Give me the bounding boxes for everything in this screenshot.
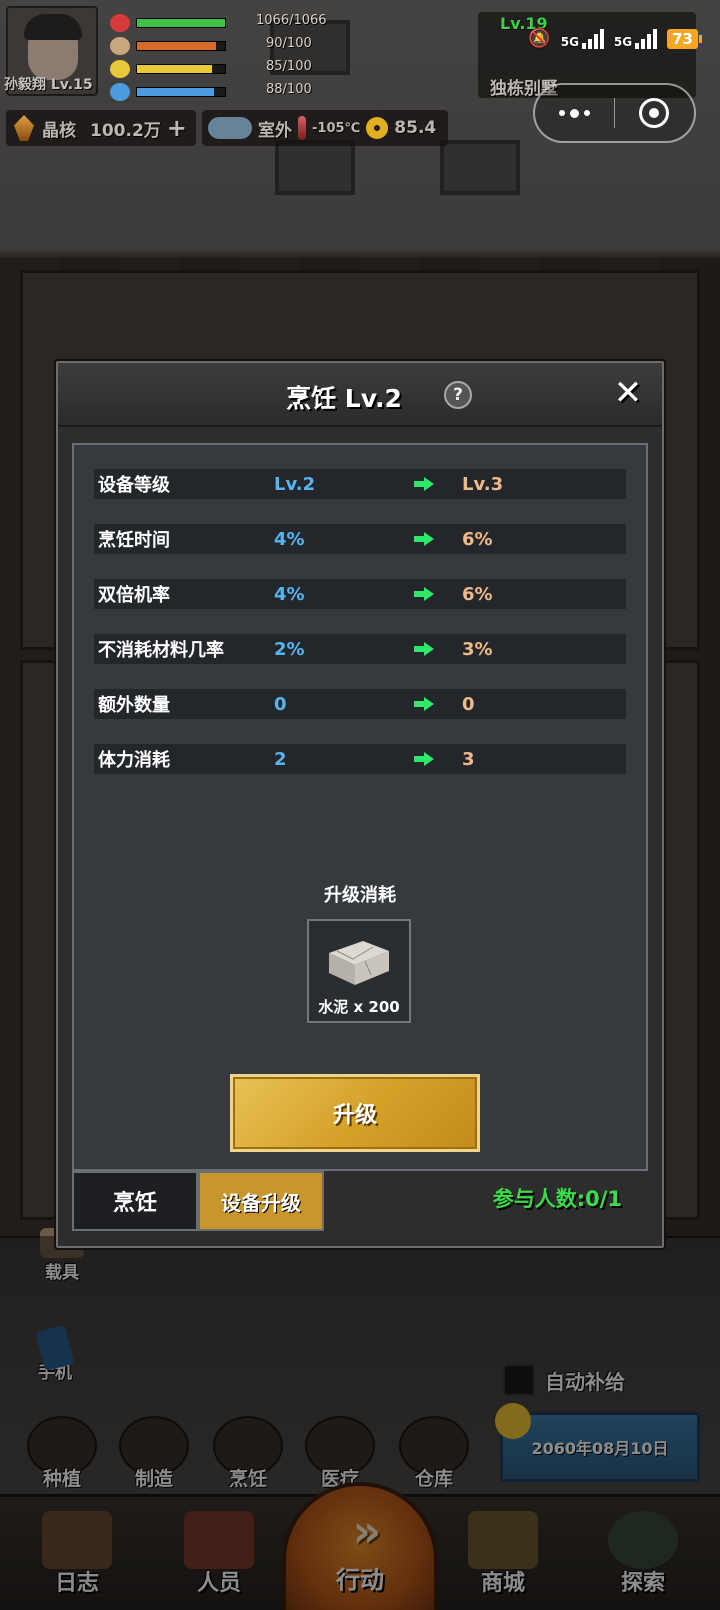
signal-2: 5G (613, 28, 658, 49)
hunger-value: 90/100 (266, 36, 312, 51)
water-bar (136, 87, 226, 97)
attr-current: 2 (274, 748, 287, 770)
attr-row-extra-amount: 额外数量 0 0 (94, 689, 626, 719)
water-icon (110, 83, 130, 101)
arrow-right-icon (414, 697, 462, 711)
close-button[interactable]: ✕ (608, 373, 648, 413)
hunger-bar (136, 41, 226, 51)
avatar-hair (24, 14, 82, 40)
tab-cooking[interactable]: 烹饪 (72, 1171, 198, 1231)
attr-current: 4% (274, 528, 305, 550)
environment-bar: 室外 -105℃ 85.4 (202, 110, 448, 146)
attr-row-cook-time: 烹饪时间 4% 6% (94, 524, 626, 554)
lower-backdrop (0, 1236, 720, 1610)
network-type-label: 5G (560, 34, 579, 49)
dialog-title: 烹饪 Lv.2 (286, 384, 402, 413)
upgrade-button[interactable]: 升级 (230, 1074, 480, 1152)
attr-next: 3 (462, 748, 475, 770)
arrow-right-icon (414, 532, 462, 546)
location-label: 室外 (258, 120, 292, 141)
attr-label: 双倍机率 (98, 585, 170, 606)
signal-icon (635, 28, 658, 49)
cooking-upgrade-dialog: 烹饪 Lv.2 ? ✕ 设备等级 Lv.2 Lv.3 烹饪时间 4% 6% 双倍… (56, 361, 664, 1248)
hunger-stat: 90/100 (110, 36, 312, 56)
add-crystal-button[interactable]: + (167, 114, 187, 142)
lightning-icon (110, 60, 130, 78)
upgrade-cost-title: 升级消耗 (324, 885, 396, 906)
attr-row-device-level: 设备等级 Lv.2 Lv.3 (94, 469, 626, 499)
crystal-label: 晶核 (42, 120, 76, 141)
heart-icon (110, 14, 130, 32)
target-icon (639, 98, 670, 128)
arrow-right-icon (414, 642, 462, 656)
arrow-right-icon (414, 477, 462, 491)
player-name: 孙毅翔 Lv.15 (4, 77, 93, 93)
crystal-value: 100.2万 (90, 120, 161, 141)
hp-stat: 1066/1066 (110, 13, 327, 33)
attr-row-double-chance: 双倍机率 4% 6% (94, 579, 626, 609)
game-screen: 孙毅翔 Lv.15 1066/1066 90/100 85/100 88/100… (0, 0, 720, 1610)
attr-next: Lv.3 (462, 473, 504, 495)
attr-next: 6% (462, 583, 493, 605)
attr-current: 2% (274, 638, 305, 660)
cement-block-icon (329, 941, 389, 985)
network-type-label: 5G (613, 34, 633, 49)
upgrade-button-label: 升级 (332, 1103, 377, 1128)
attr-row-no-consume-chance: 不消耗材料几率 2% 3% (94, 634, 626, 664)
attr-current: 0 (274, 693, 287, 715)
water-value: 88/100 (266, 82, 312, 97)
signal-icon (581, 28, 604, 49)
attr-label: 额外数量 (98, 695, 170, 716)
temperature-value: -105℃ (312, 120, 361, 136)
attr-label: 不消耗材料几率 (98, 640, 224, 661)
mini-program-capsule (533, 83, 696, 143)
mute-icon: 🔕 (528, 28, 551, 49)
hp-fill (137, 19, 225, 27)
attr-label: 体力消耗 (98, 750, 170, 771)
energy-value: 85/100 (266, 59, 312, 74)
hp-bar (136, 18, 226, 28)
water-stat: 88/100 (110, 82, 312, 102)
system-status-bar: 🔕 5G 5G 73 (528, 28, 702, 49)
attr-label: 烹饪时间 (98, 530, 170, 551)
hp-value: 1066/1066 (256, 13, 327, 28)
signal-1: 5G (560, 28, 604, 49)
attr-next: 3% (462, 638, 493, 660)
attr-label: 设备等级 (98, 475, 170, 496)
participants-count: 参与人数:0/1 (492, 1187, 622, 1211)
dialog-header: 烹饪 Lv.2 ? ✕ (58, 363, 662, 427)
battery-level: 73 (667, 28, 698, 49)
energy-bar (136, 64, 226, 74)
tab-device-upgrade[interactable]: 设备升级 (198, 1171, 324, 1231)
cloud-icon (208, 117, 252, 139)
stomach-icon (110, 37, 130, 55)
attr-next: 0 (462, 693, 475, 715)
upgrade-panel: 设备等级 Lv.2 Lv.3 烹饪时间 4% 6% 双倍机率 4% 6% 不消耗… (72, 443, 648, 1171)
more-options-button[interactable] (535, 108, 614, 118)
attr-current: 4% (274, 583, 305, 605)
exit-mini-program-button[interactable] (615, 98, 694, 128)
crystal-icon (14, 115, 34, 141)
crystal-bar: 晶核 100.2万 + (6, 110, 196, 146)
hunger-fill (137, 42, 217, 50)
cost-item-label: 水泥 x 200 (318, 998, 400, 1016)
radiation-icon (366, 117, 389, 139)
energy-fill (137, 65, 212, 73)
attr-next: 6% (462, 528, 493, 550)
water-fill (137, 88, 215, 96)
energy-stat: 85/100 (110, 59, 312, 79)
attr-current: Lv.2 (274, 473, 316, 495)
thermometer-icon (298, 116, 306, 140)
arrow-right-icon (414, 587, 462, 601)
cost-item-cement[interactable]: 水泥 x 200 (307, 919, 411, 1023)
arrow-right-icon (414, 752, 462, 766)
attr-row-stamina-cost: 体力消耗 2 3 (94, 744, 626, 774)
radiation-value: 85.4 (394, 118, 437, 138)
help-button[interactable]: ? (444, 381, 472, 409)
battery-icon: 73 (667, 28, 702, 49)
